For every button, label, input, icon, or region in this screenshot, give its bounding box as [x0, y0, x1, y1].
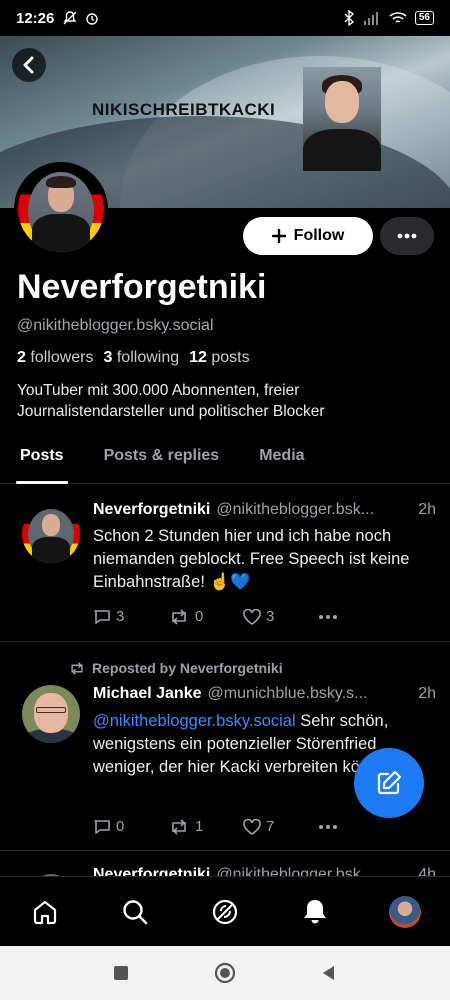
- repost-icon: [172, 608, 186, 625]
- mute-icon: [63, 11, 77, 25]
- signal-icon: [363, 12, 378, 25]
- ellipsis-icon: [397, 233, 417, 239]
- reply-icon: [94, 819, 110, 834]
- home-circle-icon[interactable]: [214, 962, 236, 984]
- feed-post[interactable]: Neverforgetniki @nikitheblogger.bsk... 4…: [0, 852, 450, 876]
- post-time: 2h: [418, 501, 436, 518]
- bottom-navigation: [0, 876, 450, 946]
- heart-icon: [243, 818, 261, 835]
- follow-label: Follow: [293, 227, 345, 244]
- profile-handle: @nikitheblogger.bsky.social: [17, 317, 214, 334]
- feed-post[interactable]: Neverforgetniki @nikitheblogger.bsk... 2…: [0, 485, 450, 642]
- compose-button[interactable]: [354, 748, 424, 818]
- repost-indicator: Reposted by Neverforgetniki: [68, 660, 283, 676]
- repost-icon: [71, 661, 83, 675]
- post-more-button[interactable]: [318, 824, 393, 830]
- alarm-icon: [86, 13, 99, 25]
- post-time: 4h: [418, 866, 436, 876]
- status-time: 12:26: [16, 9, 55, 27]
- wifi-icon: [389, 12, 407, 23]
- like-button[interactable]: 7: [243, 818, 318, 835]
- repost-button[interactable]: 1: [168, 818, 243, 835]
- reply-count: 3: [116, 608, 125, 625]
- repost-button[interactable]: 0: [168, 608, 243, 625]
- repost-count: 1: [195, 818, 204, 835]
- post-author-avatar[interactable]: [22, 505, 80, 563]
- feed-post[interactable]: Reposted by Neverforgetniki Michael Jank…: [0, 643, 450, 851]
- home-icon: [33, 900, 57, 924]
- post-author-handle: @nikitheblogger.bsk...: [216, 866, 375, 876]
- reply-icon: [94, 609, 110, 624]
- reply-count: 0: [116, 818, 125, 835]
- nav-feeds[interactable]: [205, 892, 245, 932]
- nav-home[interactable]: [25, 892, 65, 932]
- post-author-handle: @munichblue.bsky.s...: [207, 685, 368, 702]
- nav-profile[interactable]: [385, 892, 425, 932]
- nav-notifications[interactable]: [295, 892, 335, 932]
- heart-icon: [243, 608, 261, 625]
- search-icon: [123, 899, 148, 924]
- feeds-icon: [212, 899, 238, 924]
- more-options-button[interactable]: [380, 217, 434, 255]
- ellipsis-icon: [319, 614, 337, 619]
- follow-button[interactable]: Follow: [243, 217, 373, 255]
- post-time: 2h: [418, 685, 436, 702]
- repost-icon: [172, 818, 186, 835]
- like-count: 3: [266, 608, 275, 625]
- like-count: 7: [266, 818, 275, 835]
- tab-posts[interactable]: Posts: [0, 432, 84, 484]
- tab-media[interactable]: Media: [239, 432, 324, 484]
- reply-button[interactable]: 0: [93, 818, 168, 835]
- profile-avatar[interactable]: [14, 162, 108, 256]
- repost-count: 0: [195, 608, 204, 625]
- profile-bio: YouTuber mit 300.000 Abonnenten, freier …: [17, 382, 325, 420]
- repost-label[interactable]: Reposted by Neverforgetniki: [92, 660, 283, 676]
- tab-posts-replies[interactable]: Posts & replies: [84, 432, 240, 484]
- post-author-name[interactable]: Michael Janke: [93, 685, 202, 703]
- banner-title: NIKISCHREIBTKACKI: [92, 100, 276, 119]
- mention-link[interactable]: @nikitheblogger.bsky.social: [93, 712, 296, 730]
- banner-photo: [303, 67, 381, 171]
- profile-avatar-small: [389, 895, 421, 928]
- posts-stat: 12 posts: [189, 349, 250, 366]
- profile-tabs: Posts Posts & replies Media: [0, 432, 450, 484]
- bluetooth-icon: [344, 10, 354, 26]
- profile-stats: 2 followers 3 following 12 posts: [17, 349, 250, 367]
- followers-stat[interactable]: 2 followers: [17, 349, 94, 367]
- system-navigation-bar: [0, 946, 450, 1000]
- plus-icon: [271, 229, 286, 243]
- status-bar: 12:26 56: [0, 0, 450, 36]
- post-author-name[interactable]: Neverforgetniki: [93, 501, 210, 519]
- post-author-name[interactable]: Neverforgetniki: [93, 866, 210, 876]
- post-author-handle: @nikitheblogger.bsk...: [216, 501, 375, 518]
- notifications-icon: [304, 899, 326, 923]
- chevron-left-icon: [23, 56, 34, 74]
- post-text: Schon 2 Stunden hier und ich habe noch n…: [93, 527, 410, 591]
- post-author-avatar[interactable]: [22, 685, 80, 743]
- display-name: Neverforgetniki: [17, 268, 267, 306]
- pencil-square-icon: [377, 770, 402, 795]
- following-stat[interactable]: 3 following: [104, 349, 180, 367]
- recent-apps-icon[interactable]: [112, 964, 130, 982]
- ellipsis-icon: [319, 824, 337, 829]
- nav-search[interactable]: [115, 892, 155, 932]
- like-button[interactable]: 3: [243, 608, 318, 625]
- post-more-button[interactable]: [318, 614, 393, 620]
- back-triangle-icon[interactable]: [320, 964, 338, 982]
- battery-indicator: 56: [414, 11, 434, 25]
- back-button[interactable]: [12, 48, 46, 82]
- reply-button[interactable]: 3: [93, 608, 168, 625]
